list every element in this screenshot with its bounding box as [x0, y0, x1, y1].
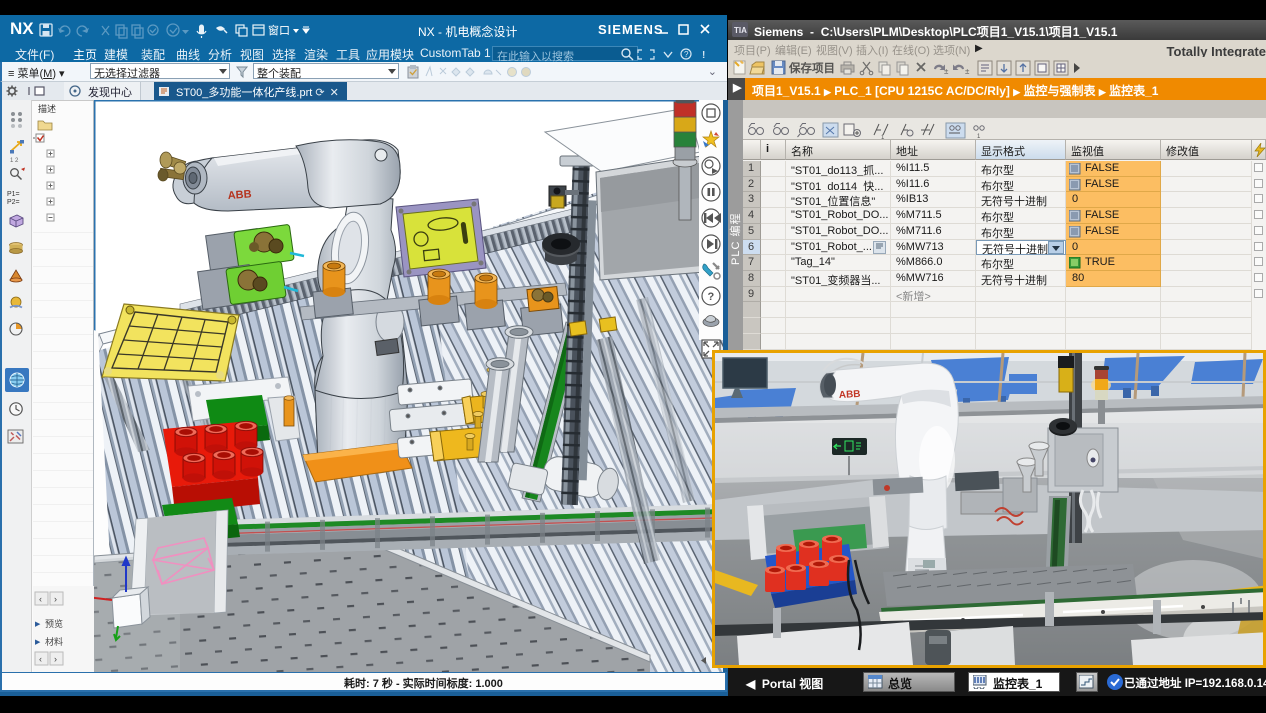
- svg-text:ABB: ABB: [839, 389, 861, 401]
- svg-text:‹: ‹: [39, 594, 42, 604]
- svg-text:预览: 预览: [45, 618, 63, 629]
- svg-text:描述: 描述: [38, 103, 56, 114]
- svg-text:!: !: [702, 50, 705, 61]
- svg-text:▶: ▶: [35, 639, 41, 646]
- svg-text:PLC 编程: PLC 编程: [728, 213, 742, 265]
- svg-text:P1=: P1=: [7, 191, 20, 198]
- svg-text:‹: ‹: [39, 654, 42, 664]
- svg-text:›: ›: [54, 594, 57, 604]
- svg-text:ABB: ABB: [227, 188, 252, 202]
- svg-text:?: ?: [684, 50, 689, 59]
- svg-text:?: ?: [708, 291, 715, 303]
- svg-text:›: ›: [54, 654, 57, 664]
- svg-text:窗口: 窗口: [268, 23, 290, 37]
- svg-text:±: ±: [944, 67, 949, 76]
- svg-text:保存项目: 保存项目: [788, 61, 835, 75]
- svg-text:±: ±: [965, 67, 970, 76]
- svg-text:材料: 材料: [45, 636, 63, 647]
- svg-text:TIA: TIA: [734, 26, 747, 35]
- svg-text:P2=: P2=: [7, 199, 20, 206]
- svg-text:1 2: 1 2: [10, 158, 19, 164]
- svg-text:▶: ▶: [35, 621, 41, 628]
